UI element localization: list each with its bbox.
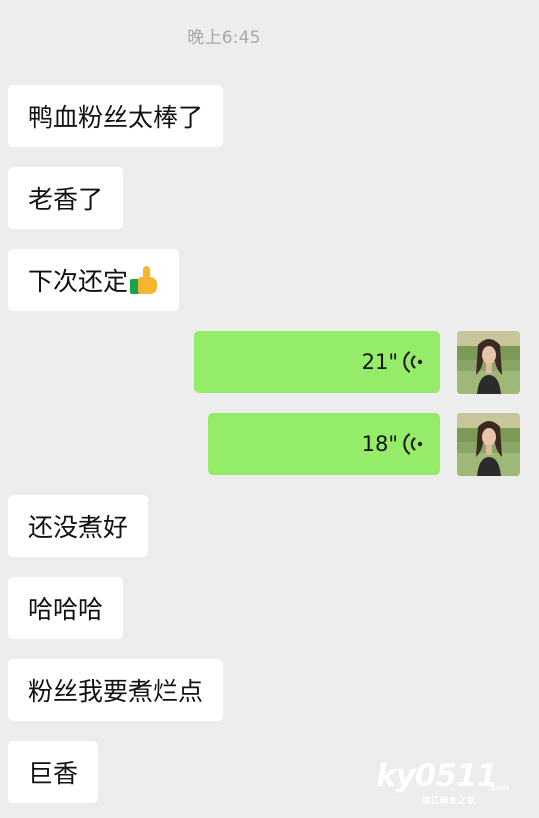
message-text: 还没煮好: [28, 513, 129, 542]
voice-wave-icon: [403, 351, 423, 373]
site-watermark: ky0511 .com 镇江网友之家: [374, 758, 514, 808]
avatar[interactable]: [457, 331, 520, 394]
voice-message-bubble[interactable]: 21": [194, 331, 440, 393]
watermark-logo-text: ky0511: [376, 758, 498, 794]
message-text: 老香了: [28, 185, 104, 214]
watermark-domain-suffix: .com: [488, 783, 510, 792]
avatar[interactable]: [457, 413, 520, 476]
voice-message-bubble[interactable]: 18": [208, 413, 440, 475]
message-bubble-incoming[interactable]: 巨香: [8, 741, 99, 803]
message-bubble-incoming[interactable]: 粉丝我要煮烂点: [8, 659, 224, 721]
message-text: 粉丝我要煮烂点: [28, 677, 204, 706]
voice-wave-icon: [403, 433, 423, 455]
watermark-subtitle: 镇江网友之家: [422, 796, 476, 805]
message-bubble-incoming[interactable]: 哈哈哈: [8, 577, 124, 639]
message-text: 哈哈哈: [28, 595, 104, 624]
message-bubble-incoming[interactable]: 鸭血粉丝太棒了: [8, 85, 224, 147]
message-text: 下次还定: [28, 267, 129, 296]
message-bubble-incoming[interactable]: 还没煮好: [8, 495, 149, 557]
voice-duration: 21": [361, 350, 398, 374]
message-text: 巨香: [28, 759, 79, 788]
chat-timestamp: 晚上6:45: [187, 28, 261, 48]
voice-duration: 18": [361, 432, 398, 456]
message-text: 鸭血粉丝太棒了: [28, 103, 204, 132]
message-bubble-incoming[interactable]: 老香了: [8, 167, 124, 229]
message-bubble-incoming[interactable]: 下次还定: [8, 249, 180, 311]
thumbs-up-icon: [129, 265, 159, 295]
